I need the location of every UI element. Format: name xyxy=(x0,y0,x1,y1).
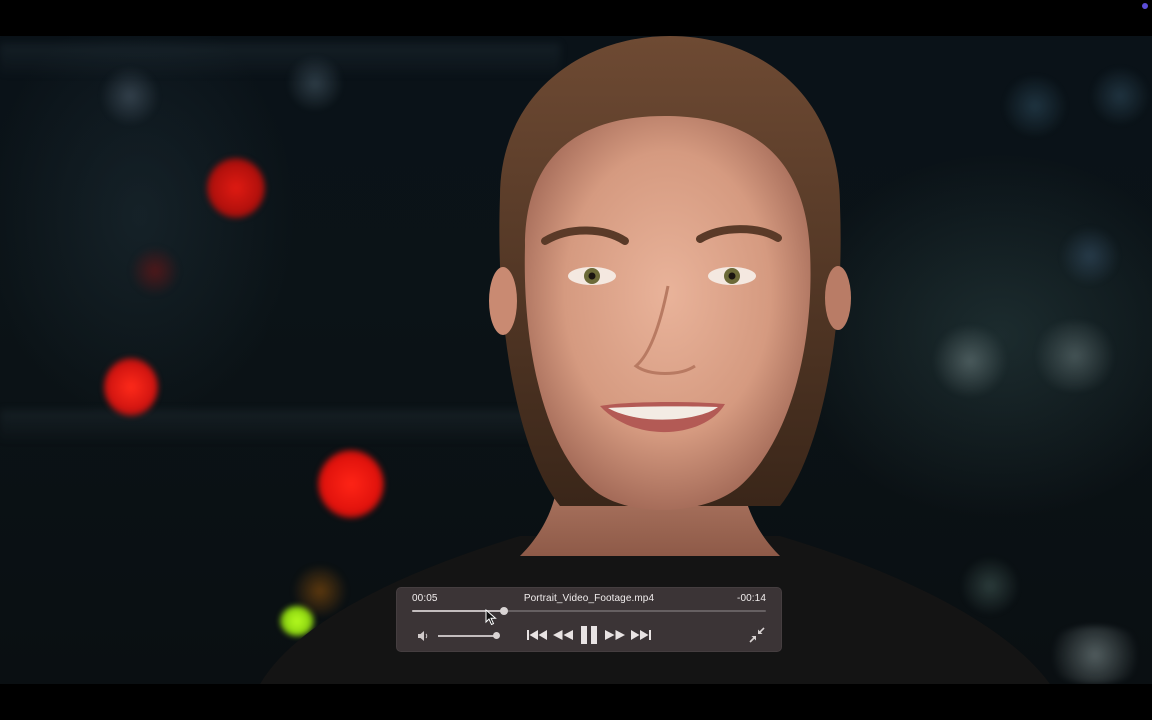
playback-scrubber[interactable] xyxy=(412,607,766,615)
exit-fullscreen-icon xyxy=(749,627,765,643)
screen: 00:05 Portrait_Video_Footage.mp4 -00:14 xyxy=(0,0,1152,720)
speaker-icon[interactable] xyxy=(416,629,430,643)
rewind-icon xyxy=(553,630,573,640)
fast-forward-button[interactable] xyxy=(604,626,626,644)
status-indicator-dot xyxy=(1142,3,1148,9)
exit-fullscreen-button[interactable] xyxy=(748,626,766,644)
volume-slider-thumb[interactable] xyxy=(493,632,500,639)
volume-level-fill xyxy=(438,635,496,637)
skip-forward-button[interactable] xyxy=(630,626,652,644)
mouse-pointer-icon xyxy=(485,609,497,626)
pause-button[interactable] xyxy=(579,626,599,644)
remaining-time: -00:14 xyxy=(737,593,766,604)
skip-to-end-icon xyxy=(631,630,651,640)
volume-slider[interactable] xyxy=(438,632,500,639)
skip-to-start-icon xyxy=(527,630,547,640)
skip-back-button[interactable] xyxy=(526,626,548,644)
video-controller-bar: 00:05 Portrait_Video_Footage.mp4 -00:14 xyxy=(396,587,782,652)
video-file-name: Portrait_Video_Footage.mp4 xyxy=(523,593,655,604)
rewind-button[interactable] xyxy=(552,626,574,644)
fast-forward-icon xyxy=(605,630,625,640)
pause-icon xyxy=(581,626,597,644)
playback-scrubber-thumb[interactable] xyxy=(500,607,509,615)
